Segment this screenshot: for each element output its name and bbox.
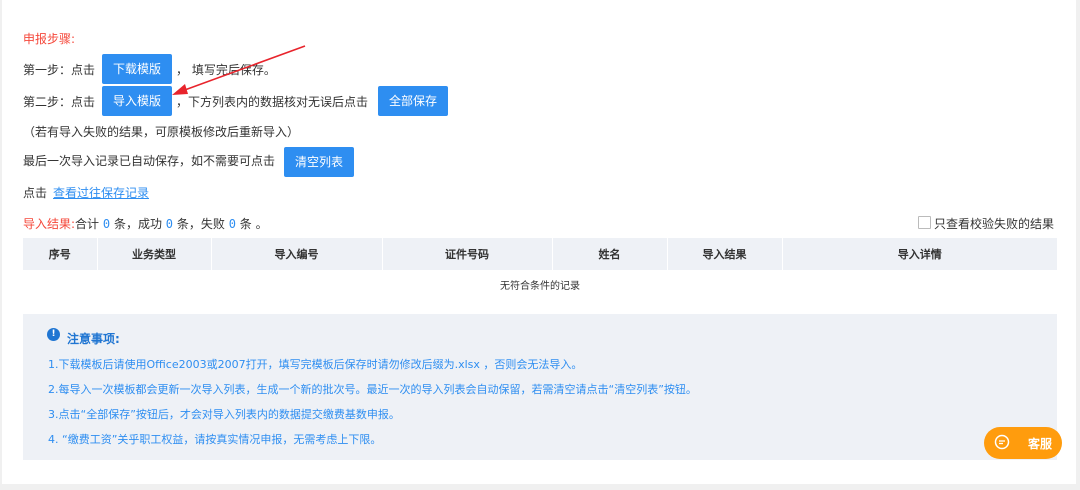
column-header[interactable]: 业务类型 xyxy=(97,238,212,270)
import-failure-note: （若有导入失败的结果，可原模板修改后重新导入） xyxy=(23,125,300,139)
clear-list-button[interactable]: 清空列表 xyxy=(284,147,354,177)
failed-only-checkbox[interactable] xyxy=(918,216,931,229)
column-header[interactable]: 导入编号 xyxy=(211,238,383,270)
download-template-button[interactable]: 下载模版 xyxy=(102,54,172,84)
annotation-arrow-icon xyxy=(172,45,306,95)
view-history-link[interactable]: 查看过往保存记录 xyxy=(53,184,149,201)
click-text: 点击 xyxy=(23,186,48,200)
unit-text-2: 条，失败 xyxy=(176,217,225,231)
import-template-button[interactable]: 导入模版 xyxy=(102,86,172,116)
unit-text-3: 条 。 xyxy=(239,217,268,231)
column-header[interactable]: 证件号码 xyxy=(382,238,553,270)
notice-line: 2.每导入一次模板都会更新一次导入列表，生成一个新的批次号。最近一次的导入列表会… xyxy=(48,383,697,396)
table-header-row: 序号 业务类型 导入编号 证件号码 姓名 导入结果 导入详情 xyxy=(23,238,1057,270)
step2-prefix: 第二步：点击 xyxy=(23,95,96,109)
failed-only-label: 只查看校验失败的结果 xyxy=(934,217,1055,231)
customer-service-label: 客服 xyxy=(1028,437,1053,451)
auto-save-text: 最后一次导入记录已自动保存，如不需要可点击 xyxy=(23,154,276,168)
table-row: 无符合条件的记录 xyxy=(23,270,1057,298)
step1-prefix: 第一步：点击 xyxy=(23,63,96,77)
column-header[interactable]: 导入结果 xyxy=(667,238,783,270)
notice-line: 4. “缴费工资”关乎职工权益，请按真实情况申报，无需考虑上下限。 xyxy=(48,433,382,446)
customer-service-button[interactable]: 客服 xyxy=(984,427,1062,459)
import-results-table: 序号 业务类型 导入编号 证件号码 姓名 导入结果 导入详情 无符合条件的记录 xyxy=(23,238,1057,298)
info-icon: ! xyxy=(47,328,60,341)
notice-panel: ! 注意事项: 1.下载模板后请使用Office2003或2007打开，填写完模… xyxy=(23,314,1057,460)
import-result-summary: 导入结果:合计 0 条，成功 0 条，失败 0 条 。 xyxy=(23,215,268,232)
success-count: 0 xyxy=(165,217,174,231)
steps-heading: 申报步骤: xyxy=(23,32,76,46)
chat-icon xyxy=(994,434,1010,450)
notice-line: 3.点击“全部保存”按钮后，才会对导入列表内的数据提交缴费基数申报。 xyxy=(48,408,400,421)
column-header[interactable]: 导入详情 xyxy=(782,238,1057,270)
column-header[interactable]: 序号 xyxy=(23,238,98,270)
total-count: 0 xyxy=(102,217,111,231)
unit-text-1: 条，成功 xyxy=(113,217,162,231)
total-text: 合计 xyxy=(75,217,100,231)
column-header[interactable]: 姓名 xyxy=(552,238,668,270)
fail-count: 0 xyxy=(228,217,236,231)
import-result-label: 导入结果: xyxy=(23,217,76,231)
notice-title: 注意事项: xyxy=(67,332,120,346)
empty-table-message: 无符合条件的记录 xyxy=(500,280,580,292)
notice-line: 1.下载模板后请使用Office2003或2007打开，填写完模板后保存时请勿修… xyxy=(48,358,583,371)
save-all-button[interactable]: 全部保存 xyxy=(378,86,448,116)
